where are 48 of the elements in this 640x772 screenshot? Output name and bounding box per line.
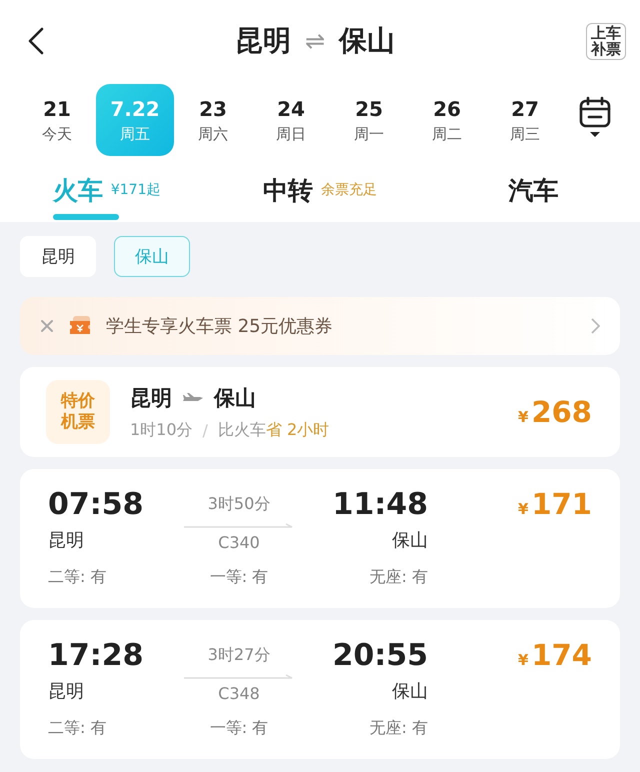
origin-city: 昆明 [130,384,172,412]
promo-text: 学生专享火车票 25元优惠券 [106,315,334,338]
date-tab[interactable]: 24 周日 [252,84,330,156]
destination-city: 保山 [339,23,396,59]
departure-time: 07:58 [48,486,144,522]
seat-availability: 二等: 有 [48,566,106,588]
train-card[interactable]: 17:28 3时27分 20:55 ¥174 昆明 C348 保山 二等: 有 一等: 有 无座: 有 [20,620,620,759]
date-tab[interactable]: 23 周六 [174,84,252,156]
train-price: ¥171 [518,487,592,521]
origin-city: 昆明 [234,23,291,59]
flight-price: ¥268 [518,395,592,429]
station-chip[interactable]: 昆明 [20,236,96,277]
seat-availability: 一等: 有 [210,566,268,588]
ticket-badge[interactable]: 上车 补票 [586,22,626,60]
arrival-time: 11:48 [332,486,428,522]
seat-availability: 无座: 有 [370,566,428,588]
time-saving: 省 2小时 [266,420,330,438]
date-tab[interactable]: 25 周一 [330,84,408,156]
train-price: ¥174 [518,638,592,672]
train-card[interactable]: 07:58 3时50分 11:48 ¥171 昆明 C340 保山 二等: 有 一等: 有 无座: 有 [20,469,620,608]
flight-tag: 特价 机票 [46,380,110,444]
seat-availability: 一等: 有 [210,718,268,738]
date-tab[interactable]: 26 周二 [408,84,486,156]
arrival-time: 20:55 [332,638,428,672]
separator: / [202,420,208,440]
calendar-icon[interactable] [578,96,612,140]
flight-card[interactable]: 特价 机票 昆明 保山 1时10分 / 比火车省 2小时 ¥268 [20,367,620,457]
transport-tab[interactable]: 中转 余票充足 [213,158,427,222]
date-tab[interactable]: 21 今天 [18,84,96,156]
destination-city: 保山 [214,384,256,412]
transport-tab[interactable]: 汽车 [426,158,640,222]
departure-station: 昆明 [48,529,84,552]
back-icon[interactable] [28,27,44,55]
seat-availability: 二等: 有 [48,718,106,738]
train-duration: 3时50分 [208,494,270,514]
departure-station: 昆明 [48,680,84,703]
coupon-icon [68,315,92,337]
arrival-station: 保山 [392,529,428,552]
seat-availability: 无座: 有 [370,718,428,738]
train-number: C340 [218,533,260,552]
departure-time: 17:28 [48,638,144,672]
plane-icon [182,392,204,404]
arrival-station: 保山 [392,680,428,703]
flight-duration: 1时10分 [130,420,193,440]
comparison-text: 比火车 [218,420,266,438]
date-tab[interactable]: 27 周三 [486,84,564,156]
train-number: C348 [218,684,260,703]
train-duration: 3时27分 [208,644,270,666]
